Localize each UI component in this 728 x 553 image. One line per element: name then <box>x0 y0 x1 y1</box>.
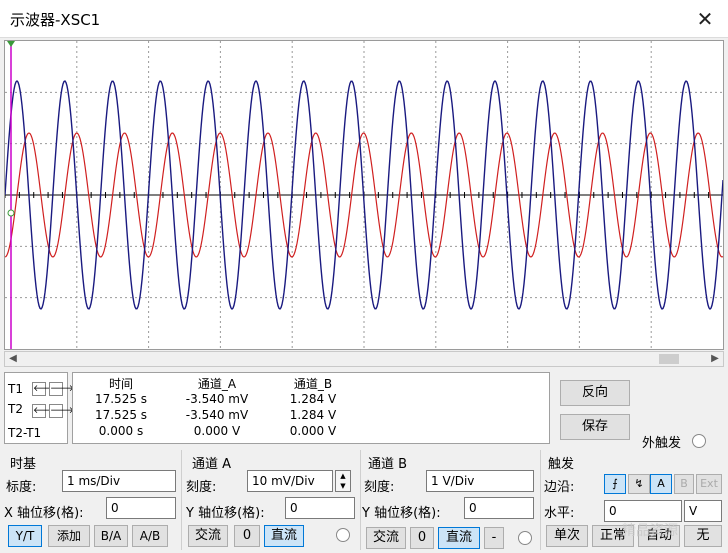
trigger-level-marker <box>7 209 15 217</box>
spin-down-icon[interactable]: ▼ <box>336 481 350 491</box>
waveform-plot <box>5 41 723 349</box>
channel-b-zero-button[interactable]: 0 <box>410 527 434 549</box>
trigger-single-button[interactable]: 单次 <box>546 525 588 547</box>
channel-a-scale-field[interactable]: 10 mV/Div <box>247 470 333 492</box>
readout-diff-time: 0.000 s <box>98 424 144 438</box>
mode-ba-button[interactable]: B/A <box>94 525 128 547</box>
trigger-source-b-button[interactable]: B <box>674 474 694 494</box>
mode-ab-button[interactable]: A/B <box>132 525 168 547</box>
cursor-marker-icon <box>7 41 15 47</box>
channel-b-scale-field[interactable]: 1 V/Div <box>426 470 534 492</box>
falling-edge-icon[interactable]: ↯ <box>628 474 650 494</box>
channel-a-ac-button[interactable]: 交流 <box>188 525 228 547</box>
horizontal-scrollbar[interactable]: ◀ ▶ <box>4 351 724 367</box>
t2-left-arrow-icon[interactable]: 🡐 <box>32 404 57 418</box>
channel-b-scale-label: 刻度: <box>364 480 395 495</box>
channel-b-ypos-label: Y 轴位移(格): <box>362 506 441 521</box>
channel-b-ypos-field[interactable]: 0 <box>464 497 534 519</box>
trigger-source-ext-button[interactable]: Ext <box>696 474 722 494</box>
mode-add-button[interactable]: 添加 <box>48 525 90 547</box>
readout-t1-b: 1.284 V <box>289 392 337 406</box>
trigger-level-field[interactable]: 0 <box>604 500 682 522</box>
cursor-t1-label: T1 <box>8 382 23 396</box>
channel-a-title: 通道 A <box>192 457 232 472</box>
channel-a-zero-button[interactable]: 0 <box>234 525 260 547</box>
t1-right-arrow-icon[interactable]: 🡒 <box>49 382 74 396</box>
mode-yt-button[interactable]: Y/T <box>8 525 42 547</box>
x-position-label: X 轴位移(格): <box>4 506 84 521</box>
close-icon[interactable]: ✕ <box>682 0 728 38</box>
external-trigger-radio[interactable] <box>692 434 706 448</box>
channel-a-ypos-field[interactable]: 0 <box>285 497 355 519</box>
trigger-level-unit[interactable]: V <box>684 500 722 522</box>
spin-up-icon[interactable]: ▲ <box>336 471 350 481</box>
external-trigger-label: 外触发 <box>642 436 682 451</box>
channel-a-dc-button[interactable]: 直流 <box>264 525 304 547</box>
cursor-diff-label: T2-T1 <box>8 426 42 440</box>
channel-b-ac-button[interactable]: 交流 <box>366 527 406 549</box>
readout-t2-b: 1.284 V <box>289 408 337 422</box>
readout-header-channel-a: 通道_A <box>197 377 237 391</box>
readout-header-time: 时间 <box>108 377 133 391</box>
timebase-title: 时基 <box>10 457 37 472</box>
readout-t1-a: -3.540 mV <box>185 392 249 406</box>
x-position-field[interactable]: 0 <box>106 497 176 519</box>
cursor-panel: T1 🡐 🡒 T2 🡐 🡒 T2-T1 <box>4 372 74 444</box>
rising-edge-icon[interactable]: ⨍ <box>604 474 626 494</box>
trigger-title: 触发 <box>548 457 575 472</box>
oscilloscope-screen <box>4 40 724 350</box>
trigger-level-label: 水平: <box>544 506 575 521</box>
channel-b-dc-button[interactable]: 直流 <box>438 527 480 549</box>
scroll-thumb[interactable] <box>659 354 679 364</box>
trigger-edge-label: 边沿: <box>544 480 575 495</box>
watermark-text: 精品资源 <box>622 523 678 539</box>
scroll-right-icon[interactable]: ▶ <box>707 352 723 366</box>
timebase-scale-label: 标度: <box>6 480 37 495</box>
channel-b-radio[interactable] <box>518 531 532 545</box>
readout-diff-a: 0.000 V <box>193 424 241 438</box>
readout-header-channel-b: 通道_B <box>293 377 333 391</box>
readout-t2-time: 17.525 s <box>94 408 148 422</box>
scroll-left-icon[interactable]: ◀ <box>5 352 21 366</box>
t1-left-arrow-icon[interactable]: 🡐 <box>32 382 57 396</box>
channel-a-scale-spinner[interactable]: ▲ ▼ <box>335 470 351 492</box>
channel-b-title: 通道 B <box>368 457 408 472</box>
title-bar: 示波器-XSC1 ✕ <box>0 0 728 38</box>
channel-a-scale-label: 刻度: <box>186 480 217 495</box>
save-button[interactable]: 保存 <box>560 414 630 440</box>
trigger-source-a-button[interactable]: A <box>650 474 672 494</box>
measurement-readout: 时间 通道_A 通道_B 17.525 s -3.540 mV 1.284 V … <box>72 372 550 444</box>
readout-t1-time: 17.525 s <box>94 392 148 406</box>
window-title: 示波器-XSC1 <box>10 11 101 29</box>
readout-t2-a: -3.540 mV <box>185 408 249 422</box>
readout-diff-b: 0.000 V <box>289 424 337 438</box>
t2-right-arrow-icon[interactable]: 🡒 <box>49 404 74 418</box>
channel-a-ypos-label: Y 轴位移(格): <box>186 506 265 521</box>
timebase-scale-field[interactable]: 1 ms/Div <box>62 470 176 492</box>
cursor-t2-label: T2 <box>8 402 23 416</box>
channel-a-radio[interactable] <box>336 528 350 542</box>
reverse-button[interactable]: 反向 <box>560 380 630 406</box>
channel-b-minus-button[interactable]: - <box>484 527 504 549</box>
